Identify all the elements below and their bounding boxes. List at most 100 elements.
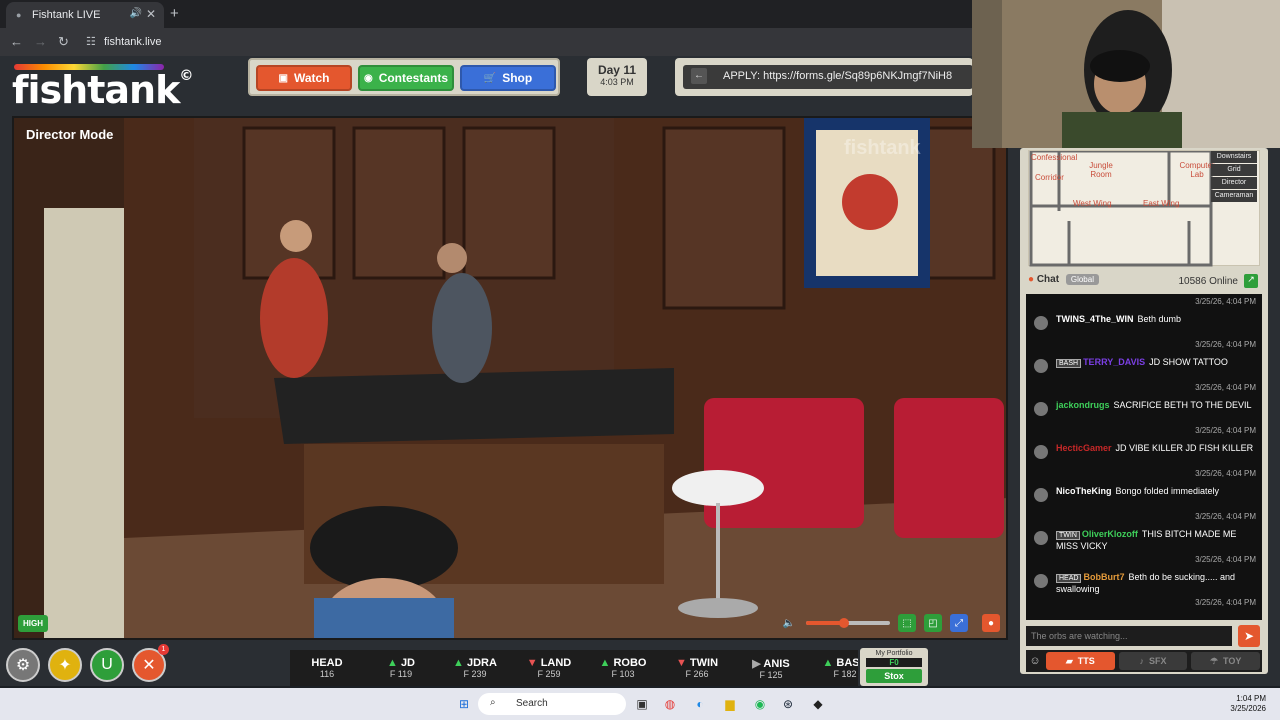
message-username[interactable]: NicoTheKing [1056, 486, 1112, 496]
message-username[interactable]: OliverKlozoff [1082, 529, 1138, 539]
ticker-item[interactable]: ▼ TWIN F 266 [660, 657, 734, 679]
ticker-item[interactable]: ▶ ANIS F 125 [734, 657, 808, 680]
volume-knob[interactable] [838, 618, 849, 628]
url-field[interactable]: ☷ fishtank.live [80, 32, 960, 52]
toy-button[interactable]: ☂ TOY [1191, 652, 1261, 670]
channel-tab[interactable]: Global [1065, 274, 1099, 285]
room-jungle[interactable]: Jungle Room [1081, 161, 1121, 179]
cameraman-button[interactable]: Cameraman [1211, 190, 1257, 202]
tts-button[interactable]: ▰ TTS [1046, 652, 1115, 670]
reload-icon[interactable]: ↻ [58, 34, 69, 50]
room-confessional[interactable]: Confessional [1031, 153, 1077, 162]
director-button[interactable]: Director [1211, 177, 1257, 189]
tools-icon[interactable]: ✕ 1 [132, 644, 169, 682]
file-explorer-icon[interactable]: ▆ [720, 694, 740, 714]
avatar[interactable] [1034, 531, 1048, 545]
ticker-item[interactable]: ▲ ROBO F 103 [586, 657, 660, 679]
ticker-item[interactable]: ▲ JD F 119 [364, 657, 438, 679]
avatar[interactable] [1034, 316, 1048, 330]
volume-slider[interactable] [806, 618, 890, 628]
chat-input[interactable]: The orbs are watching... [1026, 626, 1232, 646]
emoji-icon[interactable]: ☺ [1028, 655, 1042, 667]
taskbar-search[interactable]: ⌕ Search [478, 693, 626, 715]
message-username[interactable]: TWINS_4The_WIN [1056, 314, 1134, 324]
browser-tab[interactable]: ● Fishtank LIVE 🔊 ✕ [6, 2, 164, 28]
chat-message[interactable]: 3/25/26, 4:04 PM HEAD BobBurt7 Beth do be s… [1026, 552, 1262, 595]
clip-icon[interactable]: ⬚ [898, 614, 916, 632]
message-timestamp: 3/25/26, 4:04 PM [1195, 340, 1256, 349]
downstairs-button[interactable]: Downstairs [1211, 151, 1257, 163]
volume-icon[interactable]: 🔈 [780, 614, 798, 632]
chat-message[interactable]: 3/25/26, 4:04 PM jackondrugs SACRIFICE BET… [1026, 380, 1262, 423]
windows-start-icon[interactable]: ⊞ [454, 694, 474, 714]
room-west-wing[interactable]: West Wing [1073, 199, 1112, 208]
message-username[interactable]: jackondrugs [1056, 400, 1110, 410]
house-map[interactable]: Confessional Jungle Room Computer Lab Co… [1028, 150, 1260, 267]
speaker-icon[interactable]: 🔊 [130, 8, 142, 19]
fullscreen-icon[interactable]: ⤢ [950, 614, 968, 632]
message-username[interactable]: BobBurt7 [1083, 572, 1124, 582]
forward-arrow-icon[interactable]: → [34, 34, 47, 49]
chat-message[interactable]: 3/25/26, 4:04 PM TWINS_4The_WIN Beth dumb [1026, 294, 1262, 337]
items-icon[interactable]: ✦ [48, 648, 82, 682]
room-corridor[interactable]: Corridor [1035, 173, 1064, 182]
spotify-icon[interactable]: ◉ [750, 694, 770, 714]
chat-mode-bar: ☺ ▰ TTS ♪ SFX ☂ TOY [1026, 650, 1262, 672]
stox-button[interactable]: Stox [866, 669, 922, 683]
message-username[interactable]: TERRY_DAVIS [1083, 357, 1145, 367]
new-tab-button[interactable]: + [170, 5, 179, 22]
chat-label: Chat [1036, 274, 1060, 285]
ticker-name: HEAD [311, 657, 343, 669]
chrome-icon[interactable]: ◍ [660, 694, 680, 714]
apply-field[interactable]: ← APPLY: https://forms.gle/Sq89p6NKJmgf7… [683, 65, 973, 89]
room-computer-lab[interactable]: Computer Lab [1179, 161, 1215, 179]
site-info-icon[interactable]: ☷ [86, 35, 96, 48]
edge-icon[interactable]: ◐ [690, 694, 710, 714]
chat-message[interactable]: 3/25/26, 4:04 PM HecticGamer JD VIBE KILLE… [1026, 423, 1262, 466]
system-clock[interactable]: 1:04 PM 3/25/2026 [1230, 694, 1266, 714]
ticker-item[interactable]: ▲ JDRA F 239 [438, 657, 512, 679]
steam-icon[interactable]: ⊛ [778, 694, 798, 714]
chat-message[interactable]: 3/25/26, 4:04 PM BASH TERRY_DAVIS JD SHOW T… [1026, 337, 1262, 380]
live-video[interactable]: fishtank Director Mode HIGH 🔈 ⬚ ◰ ⤢ ● [12, 116, 1008, 640]
chat-messages[interactable]: 3/25/26, 4:04 PM TWINS_4The_WIN Beth dumb 3… [1026, 294, 1262, 620]
task-view-icon[interactable]: ▣ [632, 694, 652, 714]
room-east-wing[interactable]: East Wing [1143, 199, 1179, 208]
fishtank-logo[interactable]: fishtank© [12, 64, 193, 112]
record-icon[interactable]: ● [982, 614, 1000, 632]
portfolio-label: My Portfolio [875, 650, 913, 657]
chat-message[interactable]: 3/25/26, 4:04 PM NicoTheKing Bongo folded … [1026, 466, 1262, 509]
chat-message[interactable]: 3/25/26, 4:04 PM [1026, 595, 1262, 620]
settings-gear-icon[interactable]: ⚙ [6, 648, 40, 682]
close-tab-icon[interactable]: ✕ [146, 7, 156, 21]
message-username[interactable]: HecticGamer [1056, 443, 1112, 453]
grid-button[interactable]: Grid [1211, 164, 1257, 176]
magnet-icon[interactable]: U [90, 648, 124, 682]
pip-icon[interactable]: ◰ [924, 614, 942, 632]
app-icon[interactable]: ◆ [808, 694, 828, 714]
message-timestamp: 3/25/26, 4:04 PM [1195, 426, 1256, 435]
shop-button[interactable]: 🛒 Shop [460, 65, 556, 91]
users-icon[interactable]: ↗ [1244, 274, 1258, 288]
avatar[interactable] [1034, 402, 1048, 416]
message-timestamp: 3/25/26, 4:04 PM [1195, 512, 1256, 521]
watch-button[interactable]: ▣ Watch [256, 65, 352, 91]
back-arrow-icon[interactable]: ← [691, 68, 707, 84]
avatar[interactable] [1034, 574, 1048, 588]
message-timestamp: 3/25/26, 4:04 PM [1195, 555, 1256, 564]
chat-message[interactable]: 3/25/26, 4:04 PM TWIN OliverKlozoff THIS BI… [1026, 509, 1262, 552]
ticker-item[interactable]: ▲ BASHF 182 [808, 657, 858, 679]
logo-rainbow [14, 64, 164, 70]
avatar[interactable] [1034, 445, 1048, 459]
sfx-icon: ♪ [1139, 656, 1145, 666]
quality-badge[interactable]: HIGH [18, 615, 48, 632]
chat-bubble-icon: ● [1028, 274, 1035, 285]
ticker-item[interactable]: HEAD 116 [290, 657, 364, 679]
contestants-button[interactable]: ◉ Contestants [358, 65, 454, 91]
avatar[interactable] [1034, 359, 1048, 373]
send-icon[interactable]: ➤ [1238, 625, 1260, 647]
avatar[interactable] [1034, 488, 1048, 502]
back-arrow-icon[interactable]: ← [10, 34, 23, 49]
ticker-item[interactable]: ▼ LAND F 259 [512, 657, 586, 679]
sfx-button[interactable]: ♪ SFX [1118, 652, 1188, 670]
